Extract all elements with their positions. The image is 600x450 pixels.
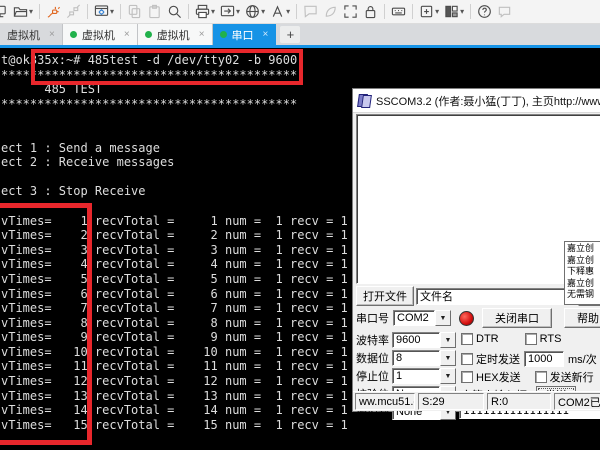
stopbits-label: 停止位 [356, 368, 389, 384]
tab-label: 虚拟机 [82, 27, 115, 43]
help-button[interactable]: 帮助 [564, 308, 600, 328]
status-sent-count: S:29 [418, 393, 484, 410]
chevron-down-icon[interactable]: ▼ [440, 332, 456, 348]
toolbar-separator [296, 4, 297, 19]
baud-label: 波特率 [356, 332, 389, 348]
connected-dot-icon [220, 31, 227, 38]
help-icon[interactable] [475, 2, 494, 22]
sscom-window: SSCOM3.2 (作者:聂小猛(丁丁), 主页http://www.mcu 打… [352, 88, 600, 412]
dropdown-arrow-icon[interactable]: ▾ [236, 7, 240, 16]
dropdown-arrow-icon[interactable]: ▾ [261, 7, 265, 16]
session-tab-4-active[interactable]: 串口 × [213, 24, 277, 45]
toolbar-separator [188, 4, 189, 19]
tab-label: 虚拟机 [157, 27, 190, 43]
sscom-app-icon [358, 94, 371, 107]
interval-unit: ms/次 [568, 351, 597, 367]
toolbar-separator [470, 4, 471, 19]
tab-label: 虚拟机 [7, 27, 40, 43]
stopbits-select[interactable]: 1▼ [392, 368, 456, 384]
find-icon[interactable] [165, 2, 184, 22]
sscom-titlebar[interactable]: SSCOM3.2 (作者:聂小猛(丁丁), 主页http://www.mcu [353, 89, 600, 113]
disconnect-icon [64, 2, 83, 22]
tab-close-icon[interactable]: × [49, 29, 55, 40]
status-url: ww.mcu51.cor [355, 393, 415, 410]
sscom-title: SSCOM3.2 (作者:聂小猛(丁丁), 主页http://www.mcu [376, 93, 600, 109]
connected-dot-icon [145, 31, 152, 38]
session-icon[interactable] [0, 2, 10, 22]
session-options-icon[interactable]: ▾ [92, 2, 116, 22]
fullscreen-icon[interactable] [341, 2, 360, 22]
paste-icon [145, 2, 164, 22]
chevron-down-icon[interactable]: ▼ [440, 368, 456, 384]
toolbar-separator [87, 4, 88, 19]
send-newline-checkbox[interactable]: 发送新行 [535, 369, 594, 385]
toolbar-separator [120, 4, 121, 19]
open-folder-icon[interactable]: ▾ [11, 2, 35, 22]
port-open-led-icon [459, 311, 474, 326]
chevron-down-icon[interactable]: ▼ [440, 350, 456, 366]
chat-icon [301, 2, 320, 22]
tab-close-icon[interactable]: × [199, 29, 205, 40]
dropdown-arrow-icon[interactable]: ▾ [110, 7, 114, 16]
rts-checkbox[interactable]: RTS [525, 333, 562, 345]
close-port-button[interactable]: 关闭串口 [482, 308, 552, 328]
transfer-icon[interactable]: ▾ [218, 2, 242, 22]
toolbar: ▾ ▾ ▾ ▾ ▾ ▾ ▾ ▾ [0, 0, 600, 24]
session-tabbar: 虚拟机 × 虚拟机 × 虚拟机 × 串口 × + [0, 24, 600, 45]
new-session-icon[interactable]: ▾ [417, 2, 441, 22]
dropdown-arrow-icon[interactable]: ▾ [460, 7, 464, 16]
open-file-button[interactable]: 打开文件 [356, 286, 414, 306]
dropdown-arrow-icon[interactable]: ▾ [435, 7, 439, 16]
chevron-down-icon[interactable]: ▼ [435, 310, 451, 326]
lock-icon[interactable] [361, 2, 380, 22]
tab-close-icon[interactable]: × [263, 29, 269, 40]
databits-label: 数据位 [356, 350, 389, 366]
tab-label: 串口 [232, 27, 254, 43]
databits-select[interactable]: 8▼ [392, 350, 456, 366]
web-icon[interactable]: ▾ [243, 2, 267, 22]
ad-line: 无需钢 [567, 289, 600, 301]
toolbar-separator [384, 4, 385, 19]
status-port-state: COM2已打开 [554, 393, 600, 410]
session-tab-3[interactable]: 虚拟机 × [138, 24, 213, 45]
feedback-icon [495, 2, 514, 22]
ad-line: 嘉立创 [567, 278, 600, 290]
baud-select[interactable]: 9600▼ [392, 332, 456, 348]
ad-line: 嘉立创 [567, 243, 600, 255]
keyboard-icon[interactable] [389, 2, 408, 22]
status-recv-count: R:0 [487, 393, 551, 410]
port-select[interactable]: COM2 ▼ [393, 310, 451, 326]
print-icon[interactable]: ▾ [193, 2, 217, 22]
tab-close-icon[interactable]: × [124, 29, 130, 40]
toolbar-separator [39, 4, 40, 19]
sscom-statusbar: ww.mcu51.cor S:29 R:0 COM2已打开 [353, 391, 600, 411]
session-tab-2[interactable]: 虚拟机 × [63, 24, 138, 45]
toolbar-separator [412, 4, 413, 19]
ad-line: 下释惠 [567, 266, 600, 278]
connected-dot-icon [70, 31, 77, 38]
ad-line: 嘉立创 [567, 255, 600, 267]
dropdown-arrow-icon[interactable]: ▾ [29, 7, 33, 16]
dtr-checkbox[interactable]: DTR [461, 333, 499, 345]
filename-input[interactable] [416, 288, 572, 305]
script-icon [321, 2, 340, 22]
session-tab-1[interactable]: 虚拟机 × [0, 24, 63, 45]
ad-listbox[interactable]: 嘉立创嘉立创下释惠嘉立创无需钢 [564, 241, 600, 305]
new-tab-button[interactable]: + [280, 26, 300, 43]
quick-connect-icon[interactable] [44, 2, 63, 22]
hex-send-checkbox[interactable]: HEX发送 [461, 369, 521, 385]
dropdown-arrow-icon[interactable]: ▾ [286, 7, 290, 16]
copy-icon [125, 2, 144, 22]
interval-input[interactable] [524, 351, 564, 367]
port-label: 串口号 [356, 310, 389, 326]
dropdown-arrow-icon[interactable]: ▾ [211, 7, 215, 16]
port-select-value: COM2 [393, 310, 435, 326]
font-icon[interactable]: ▾ [268, 2, 292, 22]
timed-send-checkbox[interactable]: 定时发送 [461, 351, 520, 367]
tile-icon[interactable]: ▾ [442, 2, 466, 22]
